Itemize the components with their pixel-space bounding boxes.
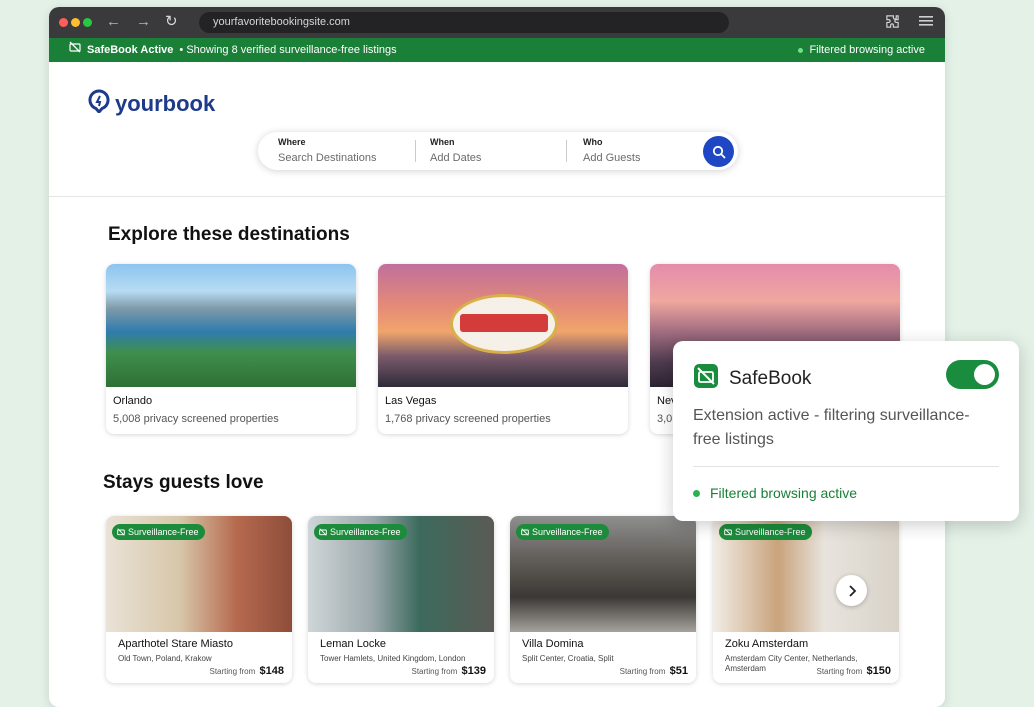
surveillance-free-badge: Surveillance-Free [112, 524, 205, 540]
popup-header: SafeBook [693, 363, 811, 395]
safebook-toggle[interactable] [946, 360, 999, 389]
surveillance-free-badge: Surveillance-Free [719, 524, 812, 540]
popup-title: SafeBook [729, 368, 812, 389]
stays-title: Stays guests love [103, 472, 264, 493]
where-field[interactable]: Where Search Destinations [278, 137, 376, 164]
destination-count: 1,768 privacy screened properties [385, 413, 551, 425]
banner-brand: SafeBook Active [87, 44, 174, 56]
stay-name: Villa Domina [522, 638, 584, 650]
stay-price: Starting from $148 [209, 665, 284, 677]
who-field[interactable]: Who Add Guests [583, 137, 640, 164]
camera-off-icon [693, 363, 719, 395]
destination-image [106, 264, 356, 387]
stay-price: Starting from $150 [816, 665, 891, 677]
next-stays-button[interactable] [836, 575, 867, 606]
safebook-extension-popup: SafeBook Extension active - filtering su… [673, 341, 1019, 521]
back-arrow-icon[interactable]: ← [106, 13, 121, 31]
stay-location: Split Center, Croatia, Split [522, 654, 614, 663]
banner-status: Filtered browsing active [809, 44, 925, 56]
stay-price: Starting from $51 [619, 665, 688, 677]
search-button[interactable] [703, 136, 734, 167]
destinations-title: Explore these destinations [108, 224, 350, 245]
when-label: When [430, 137, 455, 147]
where-label: Where [278, 137, 306, 147]
banner-message: • Showing 8 verified surveillance-free l… [179, 44, 397, 56]
stay-image: Surveillance-Free [510, 516, 696, 632]
stay-image: Surveillance-Free [713, 516, 899, 632]
camera-off-icon [521, 528, 529, 536]
who-input[interactable]: Add Guests [583, 152, 640, 164]
destination-count: 5,008 privacy screened properties [113, 413, 279, 425]
stay-name: Leman Locke [320, 638, 387, 650]
las-vegas-sign-text [460, 314, 548, 332]
surveillance-free-badge: Surveillance-Free [314, 524, 407, 540]
reload-icon[interactable]: ↻ [165, 13, 178, 31]
close-window-button[interactable] [59, 18, 68, 27]
camera-off-icon [117, 528, 125, 536]
stay-price: Starting from $139 [411, 665, 486, 677]
camera-off-icon [69, 38, 81, 62]
destination-card-orlando[interactable]: Orlando 5,008 privacy screened propertie… [106, 264, 356, 434]
logo-text: yourbook [115, 91, 216, 116]
site-header: yourbook Where Search Destinations When … [49, 62, 945, 197]
address-bar[interactable]: yourfavoritebookingsite.com [199, 12, 729, 33]
popup-status-text: Filtered browsing active [710, 485, 858, 501]
stay-card[interactable]: Surveillance-Free Villa Domina Split Cen… [510, 516, 696, 683]
where-input[interactable]: Search Destinations [278, 152, 376, 164]
stay-location: Old Town, Poland, Krakow [118, 654, 212, 663]
camera-off-icon [319, 528, 327, 536]
destination-card-las-vegas[interactable]: Las Vegas 1,768 privacy screened propert… [378, 264, 628, 434]
forward-arrow-icon[interactable]: → [136, 13, 151, 31]
status-dot-icon [798, 47, 804, 53]
search-icon [712, 145, 726, 159]
surveillance-free-badge: Surveillance-Free [516, 524, 609, 540]
popup-status: Filtered browsing active [693, 485, 857, 501]
hamburger-menu-icon[interactable] [919, 14, 933, 30]
popup-divider [693, 466, 999, 467]
stay-image: Surveillance-Free [308, 516, 494, 632]
status-dot-icon [693, 489, 700, 497]
popup-description: Extension active - filtering surveillanc… [693, 407, 970, 448]
site-logo[interactable]: yourbook [87, 89, 215, 119]
puzzle-icon[interactable] [885, 14, 900, 32]
who-label: Who [583, 137, 603, 147]
browser-toolbar: ← → ↻ yourfavoritebookingsite.com [49, 7, 945, 38]
destination-image [378, 264, 628, 387]
camera-off-icon [724, 528, 732, 536]
maximize-window-button[interactable] [83, 18, 92, 27]
stay-card[interactable]: Surveillance-Free Aparthotel Stare Miast… [106, 516, 292, 683]
when-input[interactable]: Add Dates [430, 152, 481, 164]
search-divider [415, 140, 416, 162]
stay-name: Aparthotel Stare Miasto [118, 638, 233, 650]
safebook-banner: SafeBook Active • Showing 8 verified sur… [49, 38, 945, 62]
stay-card[interactable]: Surveillance-Free Leman Locke Tower Haml… [308, 516, 494, 683]
search-divider [566, 140, 567, 162]
minimize-window-button[interactable] [71, 18, 80, 27]
destination-name: Orlando [113, 395, 153, 407]
logo-icon [87, 89, 111, 119]
stay-location: Tower Hamlets, United Kingdom, London [320, 654, 466, 663]
when-field[interactable]: When Add Dates [430, 137, 481, 164]
toggle-knob [974, 364, 995, 385]
search-bar: Where Search Destinations When Add Dates… [258, 132, 738, 170]
chevron-right-icon [848, 584, 856, 597]
stay-name: Zoku Amsterdam [725, 638, 809, 650]
destination-name: Las Vegas [385, 395, 437, 407]
stay-card[interactable]: Surveillance-Free Zoku Amsterdam Amsterd… [713, 516, 899, 683]
stay-image: Surveillance-Free [106, 516, 292, 632]
